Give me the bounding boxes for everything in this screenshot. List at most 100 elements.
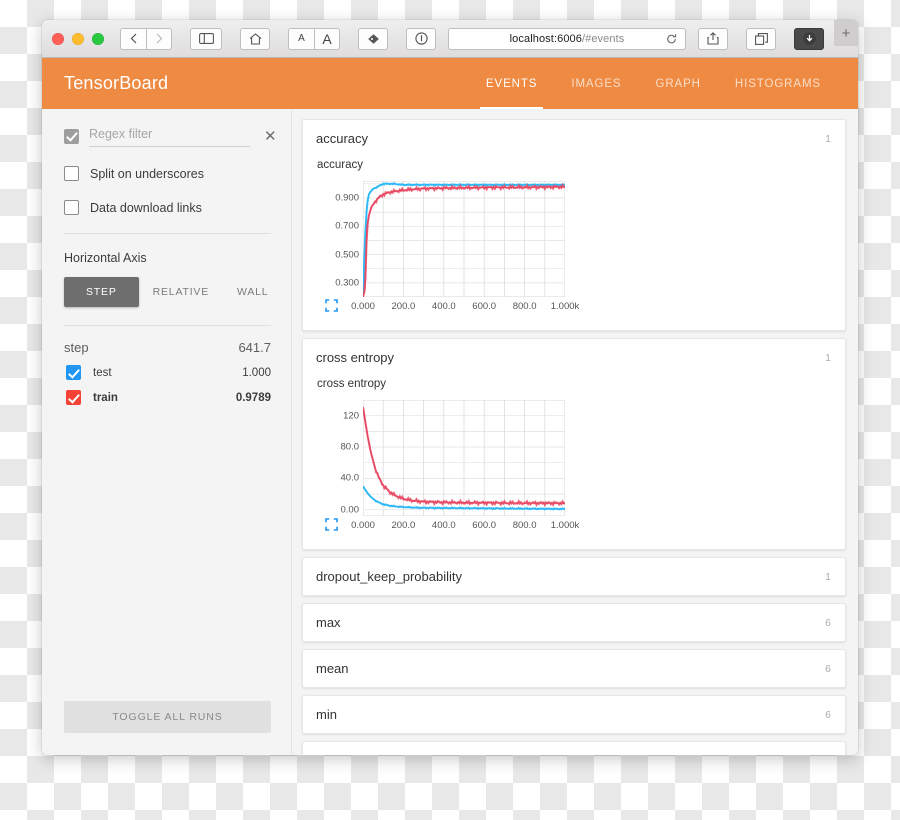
y-tick-label: 0.700: [335, 220, 359, 232]
x-tick-label: 200.0: [391, 301, 416, 312]
toggle-all-runs-button[interactable]: TOGGLE ALL RUNS: [64, 701, 271, 733]
maximize-window-button[interactable]: [92, 32, 104, 45]
x-tick-label: 600.0: [472, 301, 497, 312]
section-cross-entropy: cross entropy 1 cross entropy 0.00 40.0 80…: [302, 338, 846, 550]
chart-cross-entropy: cross entropy 0.00 40.0 80.0 120 0.000 200.0…: [303, 376, 845, 549]
section-count-cross-entropy: 1: [825, 351, 831, 364]
x-tick-label: 800.0: [512, 520, 537, 531]
close-window-button[interactable]: [52, 32, 64, 45]
section-mean[interactable]: mean 6: [302, 649, 846, 688]
data-download-links-label: Data download links: [90, 200, 202, 215]
section-count: 6: [825, 755, 831, 756]
x-tick-label: 0.000: [351, 301, 375, 312]
section-header-sttdev[interactable]: sttdev 6: [303, 742, 845, 755]
tab-images[interactable]: IMAGES: [554, 58, 638, 109]
section-count-accuracy: 1: [825, 132, 831, 145]
browser-window: A A localhost:6006/#events + TensorBoard…: [42, 20, 858, 755]
section-header-min[interactable]: min 6: [303, 696, 845, 733]
info-icon[interactable]: [406, 27, 436, 50]
x-axis-accuracy: 0.000 200.0 400.0 600.0 800.0 1.000k: [351, 301, 579, 315]
section-title-accuracy: accuracy: [316, 131, 369, 146]
y-tick-label: 120: [343, 410, 359, 422]
run-checkbox-train[interactable]: [66, 390, 81, 405]
section-dropout-keep-probability[interactable]: dropout_keep_probability 1: [302, 557, 846, 596]
split-underscores-checkbox[interactable]: [64, 166, 79, 181]
y-tick-label: 0.500: [335, 249, 359, 261]
section-title-cross-entropy: cross entropy: [316, 350, 395, 365]
text-larger-icon[interactable]: A: [314, 27, 340, 50]
url-text: localhost:6006/#events: [509, 32, 625, 45]
x-axis-cross-entropy: 0.000 200.0 400.0 600.0 800.0 1.000k: [351, 520, 579, 534]
expand-chart-icon[interactable]: [325, 299, 338, 312]
run-value-test: 1.000: [242, 366, 271, 379]
download-icon[interactable]: [794, 27, 824, 50]
bookmark-icon[interactable]: [358, 27, 388, 50]
option-split-on-underscores[interactable]: Split on underscores: [64, 166, 271, 181]
section-title: max: [316, 615, 341, 630]
x-tick-label: 200.0: [391, 520, 416, 531]
y-tick-label: 0.300: [335, 277, 359, 289]
section-min[interactable]: min 6: [302, 695, 846, 734]
share-icon[interactable]: [698, 27, 728, 50]
collapsed-sections: dropout_keep_probability 1 max 6 mean 6: [302, 557, 846, 755]
y-tick-label: 80.0: [340, 441, 360, 453]
option-data-download-links[interactable]: Data download links: [64, 200, 271, 215]
axis-button-step[interactable]: STEP: [64, 277, 139, 307]
clear-filter-icon[interactable]: ✕: [260, 129, 277, 144]
run-row-test[interactable]: test 1.000: [64, 365, 271, 380]
section-header-mean[interactable]: mean 6: [303, 650, 845, 687]
x-tick-label: 600.0: [472, 520, 497, 531]
section-count: 6: [825, 708, 831, 721]
expand-chart-icon[interactable]: [325, 518, 338, 531]
section-header-cross-entropy[interactable]: cross entropy 1: [303, 339, 845, 376]
tabs-overview-icon[interactable]: [746, 27, 776, 50]
x-tick-label: 1.000k: [550, 520, 580, 531]
home-icon[interactable]: [240, 27, 270, 50]
y-tick-label: 0.00: [340, 504, 360, 516]
section-title: mean: [316, 661, 349, 676]
x-tick-label: 1.000k: [550, 301, 580, 312]
x-tick-label: 800.0: [512, 301, 537, 312]
text-size-buttons: A A: [288, 27, 340, 50]
nav-tabs: EVENTS IMAGES GRAPH HISTOGRAMS: [469, 58, 838, 109]
sidebar-toggle-icon[interactable]: [190, 27, 222, 50]
data-download-links-checkbox[interactable]: [64, 200, 79, 215]
step-row: step 641.7: [64, 340, 271, 355]
chart-accuracy: accuracy 0.300 0.500 0.700 0.900 0.000 200.0…: [303, 157, 845, 330]
reload-icon[interactable]: [666, 33, 677, 44]
axis-button-relative[interactable]: RELATIVE: [139, 277, 223, 307]
regex-filter-input[interactable]: [89, 125, 250, 147]
forward-icon[interactable]: [146, 27, 172, 50]
minimize-window-button[interactable]: [72, 32, 84, 45]
plot-cross-entropy[interactable]: 0.00 40.0 80.0 120 0.000 200.0 400.0 600.0 800.…: [317, 398, 579, 540]
tab-graph[interactable]: GRAPH: [638, 58, 717, 109]
section-count: 6: [825, 662, 831, 675]
section-sttdev[interactable]: sttdev 6: [302, 741, 846, 755]
text-smaller-icon[interactable]: A: [288, 27, 314, 50]
section-title: min: [316, 707, 337, 722]
plot-accuracy[interactable]: 0.300 0.500 0.700 0.900 0.000 200.0 400.0 600.…: [317, 179, 579, 321]
tab-histograms[interactable]: HISTOGRAMS: [718, 58, 838, 109]
regex-filter-row: ✕: [64, 125, 277, 147]
app-brand: TensorBoard: [64, 73, 169, 93]
new-tab-button[interactable]: +: [834, 20, 858, 46]
run-row-train[interactable]: train 0.9789: [64, 390, 271, 405]
horizontal-axis-buttons: STEP RELATIVE WALL: [64, 277, 271, 307]
back-icon[interactable]: [120, 27, 146, 50]
plot-area-cross-entropy: [363, 400, 565, 516]
run-checkbox-test[interactable]: [66, 365, 81, 380]
regex-filter-checkbox[interactable]: [64, 128, 79, 144]
section-count: 1: [825, 570, 831, 583]
chart-title-accuracy: accuracy: [317, 159, 364, 171]
step-value: 641.7: [238, 340, 271, 355]
section-max[interactable]: max 6: [302, 603, 846, 642]
section-header-max[interactable]: max 6: [303, 604, 845, 641]
section-header-dropout-keep-probability[interactable]: dropout_keep_probability 1: [303, 558, 845, 595]
section-header-accuracy[interactable]: accuracy 1: [303, 120, 845, 157]
app-body: ✕ Split on underscores Data download lin…: [42, 109, 858, 755]
y-tick-label: 40.0: [340, 472, 360, 484]
navigation-buttons: [120, 27, 172, 50]
axis-button-wall[interactable]: WALL: [223, 277, 282, 307]
address-bar[interactable]: localhost:6006/#events: [448, 27, 686, 50]
tab-events[interactable]: EVENTS: [469, 58, 554, 109]
